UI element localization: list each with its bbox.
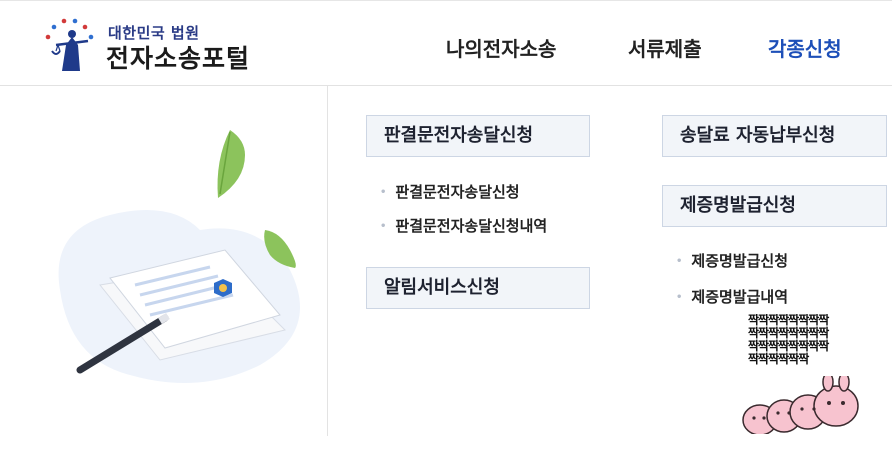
logo-title: 전자소송포털 xyxy=(106,44,251,73)
document-illustration xyxy=(58,130,300,383)
menu-notification-service-request[interactable]: 알림서비스신청 xyxy=(366,267,590,309)
site-logo[interactable]: 대한민국 법원 전자소송포털 xyxy=(40,15,280,77)
sub-item-certificate-issuance-request[interactable]: 제증명발급신청 xyxy=(676,250,788,271)
sub-item-judgment-e-service-request[interactable]: 판결문전자송달신청 xyxy=(380,181,519,202)
court-emblem-icon xyxy=(45,18,94,71)
sticker-text: 짝짝짝짝짝짝짝짝 짝짝짝짝짝짝짝짝 짝짝짝짝짝짝짝짝 짝짝짝짝짝짝 xyxy=(748,314,829,366)
menu-divider xyxy=(327,86,328,436)
sub-item-judgment-e-service-history[interactable]: 판결문전자송달신청내역 xyxy=(380,215,547,236)
sub-item-certificate-issuance-history[interactable]: 제증명발급내역 xyxy=(676,286,788,307)
bunny-icon xyxy=(742,376,859,434)
nav-my-e-litigation[interactable]: 나의전자소송 xyxy=(446,33,556,62)
menu-certificate-issuance-request[interactable]: 제증명발급신청 xyxy=(662,185,887,227)
site-header: 대한민국 법원 전자소송포털 나의전자소송 서류제출 각종신청 xyxy=(0,0,892,86)
nav-document-submission[interactable]: 서류제출 xyxy=(628,33,702,62)
nav-applications[interactable]: 각종신청 xyxy=(768,33,842,62)
menu-auto-payment-request[interactable]: 송달료 자동납부신청 xyxy=(662,115,887,157)
clapping-sticker: 짝짝짝짝짝짝짝짝 짝짝짝짝짝짝짝짝 짝짝짝짝짝짝짝짝 짝짝짝짝짝짝 xyxy=(740,314,892,434)
menu-judgment-e-service-request[interactable]: 판결문전자송달신청 xyxy=(366,115,590,157)
